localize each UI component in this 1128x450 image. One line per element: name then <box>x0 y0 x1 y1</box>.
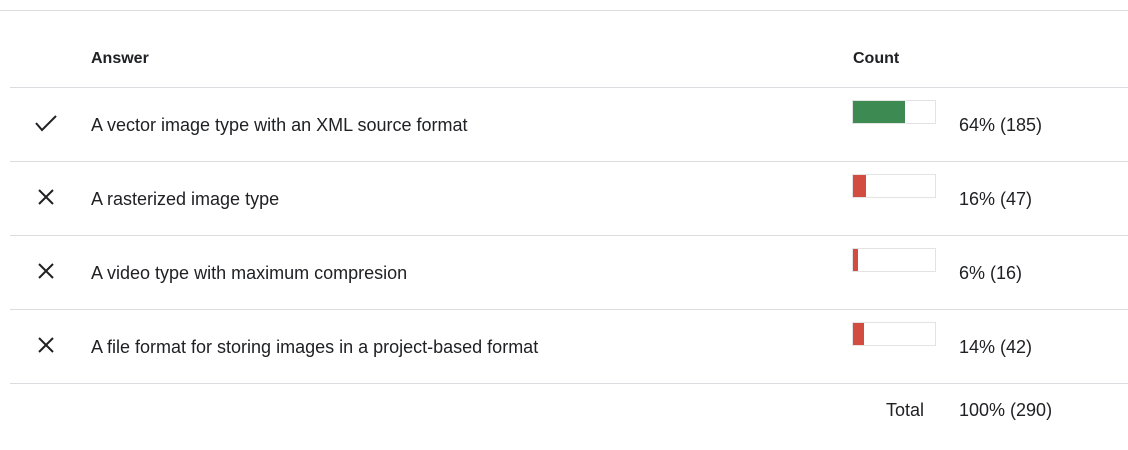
x-mark-icon <box>34 333 58 357</box>
total-value: 100% (290) <box>959 400 1053 420</box>
count-value: 16% (47) <box>959 189 1033 209</box>
checkmark-icon <box>34 111 58 135</box>
table-row: A vector image type with an XML source f… <box>0 88 1128 162</box>
x-mark-icon <box>34 185 58 209</box>
count-value: 6% (16) <box>959 263 1023 283</box>
answer-text: A video type with maximum compresion <box>91 263 408 283</box>
count-bar-fill <box>853 249 858 271</box>
answer-text: A file format for storing images in a pr… <box>91 337 539 357</box>
x-mark-icon <box>34 259 58 283</box>
table-row: A video type with maximum compresion 6% … <box>0 236 1128 310</box>
count-value: 14% (42) <box>959 337 1033 357</box>
count-value: 64% (185) <box>959 115 1043 135</box>
table-row: A file format for storing images in a pr… <box>0 310 1128 384</box>
count-bar <box>852 100 936 124</box>
top-divider <box>0 10 1128 11</box>
count-column-header: Count <box>853 50 900 67</box>
count-bar <box>852 174 936 198</box>
count-bar-fill <box>853 323 865 345</box>
count-bar <box>852 322 936 346</box>
count-bar <box>852 248 936 272</box>
table-row: A rasterized image type 16% (47) <box>0 162 1128 236</box>
count-bar-fill <box>853 175 867 197</box>
answer-text: A vector image type with an XML source f… <box>91 115 468 135</box>
answer-column-header: Answer <box>91 50 149 67</box>
answer-text: A rasterized image type <box>91 189 280 209</box>
count-bar-fill <box>853 101 906 123</box>
row-divider <box>10 383 1128 384</box>
total-label: Total <box>886 400 925 420</box>
